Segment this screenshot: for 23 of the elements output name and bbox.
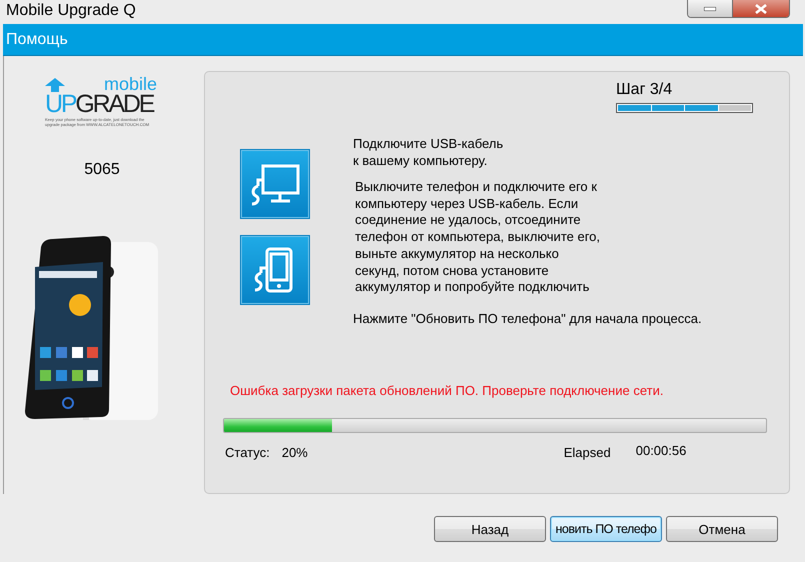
close-icon (755, 4, 767, 14)
instruction-text: Подключите USB-кабель к вашему компьютеру. (353, 135, 504, 169)
instruction-text: Выключите телефон и подключите его к компьютеру через USB-кабель. Если соединение не удалось, отсоедините телефон от компьютера, выключите его, выньте аккумулятор на несколько секунд, потом снова установите аккумулятор и попробуйте подключить (355, 179, 601, 296)
model-number: 5065 (84, 161, 120, 179)
minimize-button[interactable] (688, 0, 733, 17)
window-title: Mobile Upgrade Q (5, 1, 136, 20)
minimize-icon (704, 6, 716, 10)
logo-text: GRADE (75, 92, 154, 116)
wizard-button[interactable]: новить ПО телефо (550, 516, 662, 542)
logo-text: UP (45, 92, 76, 116)
arrow-icon (45, 78, 65, 92)
logo-text: mobile (104, 77, 157, 92)
elapsed-label: Elapsed (564, 444, 611, 460)
wizard-button[interactable]: Назад (434, 516, 546, 542)
wizard-button[interactable]: Отмена (666, 516, 778, 542)
step-label: Шаг 3/4 (616, 81, 674, 99)
error-message: Ошибка загрузки пакета обновлений ПО. Проверьте подключение сети. (230, 382, 664, 398)
close-button[interactable] (733, 0, 789, 17)
instruction-text: Нажмите "Обновить ПО телефона" для начала процесса. (353, 310, 702, 328)
status-label: Статус: (225, 444, 270, 460)
monitor-icon (249, 162, 301, 206)
status-value: 20% (282, 444, 308, 460)
elapsed-value: 00:00:56 (636, 443, 686, 458)
